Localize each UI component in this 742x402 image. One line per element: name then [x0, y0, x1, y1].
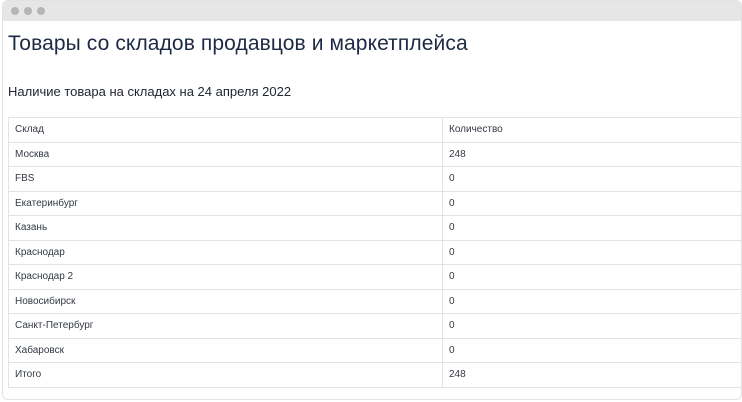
- cell-warehouse: FBS: [8, 166, 443, 192]
- table-row: Екатеринбург 0: [8, 190, 741, 216]
- stock-table: Склад Количество Москва 248 FBS 0 Екатер…: [8, 117, 741, 388]
- table-row: Краснодар 0: [8, 239, 741, 265]
- cell-quantity: 0: [442, 190, 741, 216]
- cell-warehouse: Екатеринбург: [8, 190, 443, 216]
- cell-quantity: 0: [442, 264, 741, 290]
- cell-warehouse: Краснодар 2: [8, 264, 443, 290]
- window-maximize-dot-icon[interactable]: [37, 7, 45, 15]
- cell-quantity: 0: [442, 337, 741, 363]
- page-content: Товары со складов продавцов и маркетплей…: [3, 21, 741, 388]
- cell-quantity: 0: [442, 166, 741, 192]
- table-row: Санкт-Петербург 0: [8, 313, 741, 339]
- table-total-row: Итого 248: [8, 362, 741, 388]
- table-header-row: Склад Количество: [8, 117, 741, 143]
- cell-total-label: Итого: [8, 362, 443, 388]
- cell-quantity: 0: [442, 215, 741, 241]
- stock-date-subtitle: Наличие товара на складах на 24 апреля 2…: [8, 84, 292, 99]
- window-minimize-dot-icon[interactable]: [24, 7, 32, 15]
- cell-warehouse: Санкт-Петербург: [8, 313, 443, 339]
- window-close-dot-icon[interactable]: [11, 7, 19, 15]
- cell-quantity: 0: [442, 239, 741, 265]
- window-titlebar: [3, 1, 741, 21]
- table-row: FBS 0: [8, 166, 741, 192]
- header-warehouse: Склад: [8, 117, 443, 143]
- stock-table-container: Склад Количество Москва 248 FBS 0 Екатер…: [8, 117, 741, 388]
- table-row: Казань 0: [8, 215, 741, 241]
- cell-quantity: 0: [442, 288, 741, 314]
- cell-warehouse: Краснодар: [8, 239, 443, 265]
- cell-warehouse: Казань: [8, 215, 443, 241]
- cell-quantity: 248: [442, 141, 741, 167]
- cell-quantity: 0: [442, 313, 741, 339]
- table-row: Москва 248: [8, 141, 741, 167]
- cell-warehouse: Москва: [8, 141, 443, 167]
- browser-window: Товары со складов продавцов и маркетплей…: [2, 0, 742, 400]
- table-row: Новосибирск 0: [8, 288, 741, 314]
- cell-warehouse: Хабаровск: [8, 337, 443, 363]
- table-row: Краснодар 2 0: [8, 264, 741, 290]
- cell-warehouse: Новосибирск: [8, 288, 443, 314]
- cell-total-quantity: 248: [442, 362, 741, 388]
- table-row: Хабаровск 0: [8, 337, 741, 363]
- header-quantity: Количество: [442, 117, 741, 143]
- page-title: Товары со складов продавцов и маркетплей…: [8, 32, 468, 55]
